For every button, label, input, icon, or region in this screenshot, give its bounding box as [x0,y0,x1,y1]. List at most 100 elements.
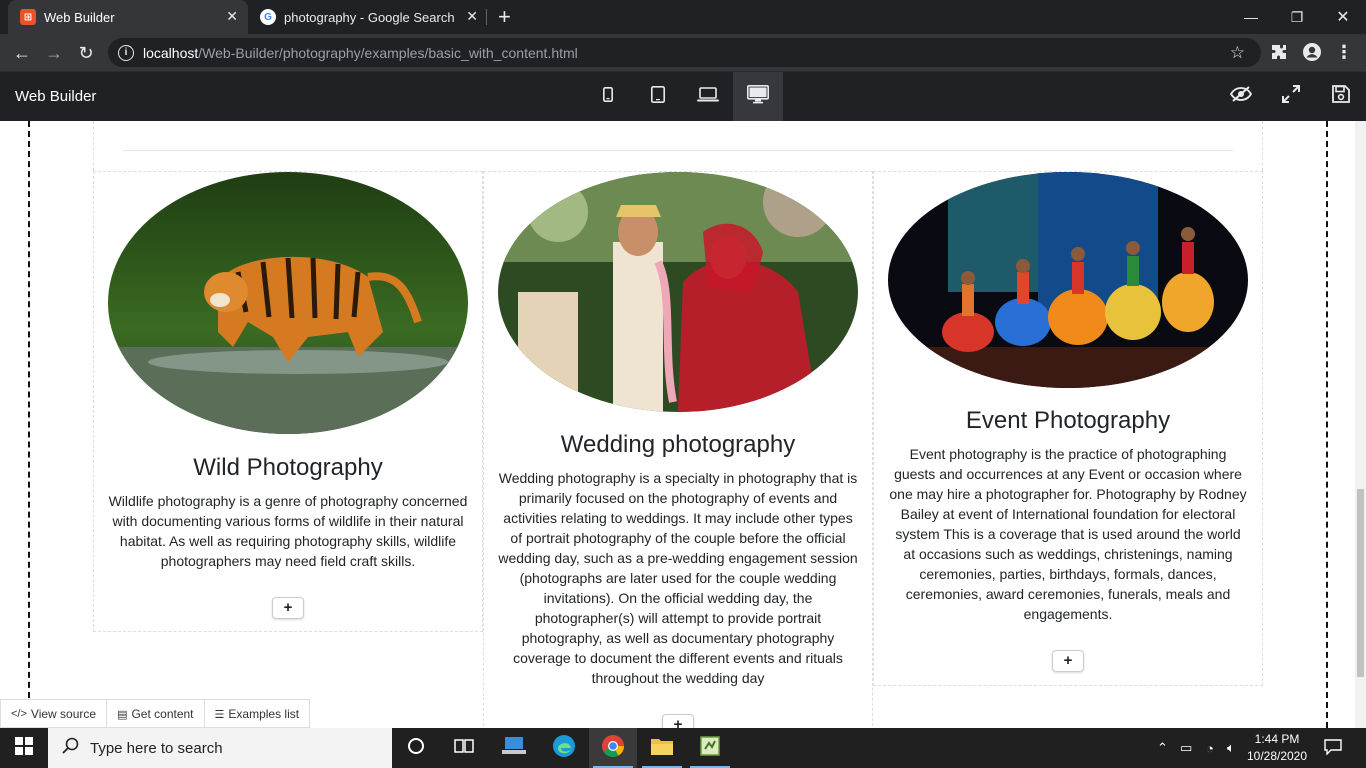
column-text: Wedding photography is a specialty in ph… [498,470,858,686]
column-wild-photography[interactable]: Wild Photography Wildlife photography is… [93,171,483,632]
chrome-browser-icon [601,734,625,763]
save-button[interactable] [1329,84,1353,108]
wifi-icon[interactable]: ◔ [1206,728,1214,768]
browser-menu-icon[interactable]: ⋮ [1333,41,1355,63]
examples-list-label: Examples list [228,707,300,721]
chevron-up-icon: ⌃ [1157,740,1168,755]
list-icon: ☰ [214,708,225,721]
search-icon [62,737,80,759]
taskbar-app-edge[interactable] [540,728,588,768]
web-builder-favicon-icon: ⊞ [20,9,36,25]
mobile-icon [603,87,613,107]
eye-slash-icon [1229,85,1253,107]
new-tab-button[interactable]: + [498,4,511,30]
column-heading: Wedding photography [560,431,796,458]
volume-icon[interactable]: 🔈︎ [1227,728,1235,768]
edge-browser-icon [552,734,576,763]
taskbar-clock[interactable]: 1:44 PM 10/28/2020 [1242,731,1312,765]
back-button[interactable]: ← [10,41,34,65]
tab-separator [486,9,487,25]
get-content-button[interactable]: ▤ Get content [107,700,205,728]
file-text-icon: ▤ [117,708,128,721]
taskbar-search-box[interactable]: Type here to search [48,728,392,768]
column-heading: Wild Photography [193,454,383,481]
tab-title: photography - Google Search [284,9,455,25]
tablet-view-button[interactable] [633,72,683,122]
battery-icon[interactable]: ▭ [1180,728,1192,768]
bookmark-star-icon[interactable]: ☆ [1230,43,1245,63]
notifications-button[interactable] [1324,728,1342,768]
close-tab-icon[interactable]: ✕ [466,8,478,25]
desktop-icon [747,85,769,109]
expand-icon [1282,84,1300,108]
taskbar-app-chrome[interactable] [589,728,637,768]
taskbar-app-pc[interactable] [490,728,538,768]
save-floppy-icon [1332,84,1350,108]
get-content-label: Get content [131,707,194,721]
action-center-icon [1324,738,1342,758]
cortana-button[interactable] [392,728,440,768]
add-block-button[interactable]: + [272,597,304,619]
laptop-icon [697,87,719,107]
builder-bottom-bar: </> View source ▤ Get content ☰ Examples li… [0,699,311,728]
event-photography-image[interactable] [888,172,1248,388]
column-heading: Event Photography [965,407,1171,434]
minimize-button[interactable]: — [1228,0,1274,34]
wild-photography-image[interactable] [108,172,468,434]
notepad-plus-icon [699,735,721,762]
browser-tab-strip: ⊞ Web Builder ✕ G photography - Google S… [0,0,1366,34]
extensions-icon[interactable] [1268,41,1290,63]
url-host: localhost [143,44,199,61]
windows-taskbar: Type here to search ⌃ ▭ ◔ 🔈︎ 1:44 PM 10/… [0,728,1366,768]
mobile-view-button[interactable] [583,72,633,122]
address-bar[interactable]: i localhost/Web-Builder/photography/exam… [108,38,1261,67]
site-info-icon[interactable]: i [118,44,134,61]
tab-title: Web Builder [44,9,115,25]
taskbar-app-notepad[interactable] [686,728,734,768]
desktop-view-button[interactable] [733,72,783,122]
task-view-icon [454,737,474,760]
computer-icon [502,735,526,762]
search-placeholder: Type here to search [90,739,223,757]
profile-avatar-icon[interactable] [1301,41,1323,63]
close-tab-icon[interactable]: ✕ [226,8,238,25]
app-title: Web Builder [15,88,97,105]
view-source-button[interactable]: </> View source [1,700,108,728]
folder-icon [650,736,674,761]
add-block-button[interactable]: + [1052,650,1084,672]
canvas-boundary-left [28,121,30,728]
laptop-view-button[interactable] [683,72,733,122]
code-icon: </> [11,708,27,720]
task-view-button[interactable] [440,728,488,768]
tablet-icon [651,86,665,108]
section-container[interactable] [93,121,1263,171]
cortana-circle-icon [407,737,425,760]
fullscreen-button[interactable] [1279,84,1303,108]
tab-web-builder[interactable]: ⊞ Web Builder ✕ [8,0,248,34]
examples-list-button[interactable]: ☰ Examples list [205,700,310,728]
canvas-boundary-right [1326,121,1328,728]
column-text: Wildlife photography is a genre of photo… [108,493,468,569]
tab-google-search[interactable]: G photography - Google Search ✕ [248,0,488,34]
add-block-button[interactable]: + [662,714,694,728]
start-button[interactable] [0,728,48,768]
app-header: Web Builder [0,71,1366,122]
taskbar-app-file-explorer[interactable] [638,728,686,768]
browser-toolbar: ← → ↻ i localhost/Web-Builder/photograph… [0,34,1366,71]
column-wedding-photography[interactable]: Wedding photography Wedding photography … [483,171,873,728]
restore-button[interactable]: ❐ [1274,0,1320,34]
reload-button[interactable]: ↻ [74,41,98,65]
wedding-photography-image[interactable] [498,172,858,412]
builder-canvas[interactable]: Wild Photography Wildlife photography is… [0,121,1366,728]
column-text: Event photography is the practice of pho… [889,446,1247,622]
canvas-scrollbar-thumb[interactable] [1357,489,1364,677]
show-hidden-icons-button[interactable]: ⌃ [1157,728,1168,768]
divider-line [123,150,1233,151]
preview-toggle-button[interactable] [1229,84,1253,108]
close-window-button[interactable]: ✕ [1320,0,1366,34]
url-path: /Web-Builder/photography/examples/basic_… [198,44,578,61]
clock-date: 10/28/2020 [1246,749,1308,763]
forward-button[interactable]: → [42,41,66,65]
column-event-photography[interactable]: Event Photography Event photography is t… [873,171,1263,686]
google-favicon-icon: G [260,9,276,25]
